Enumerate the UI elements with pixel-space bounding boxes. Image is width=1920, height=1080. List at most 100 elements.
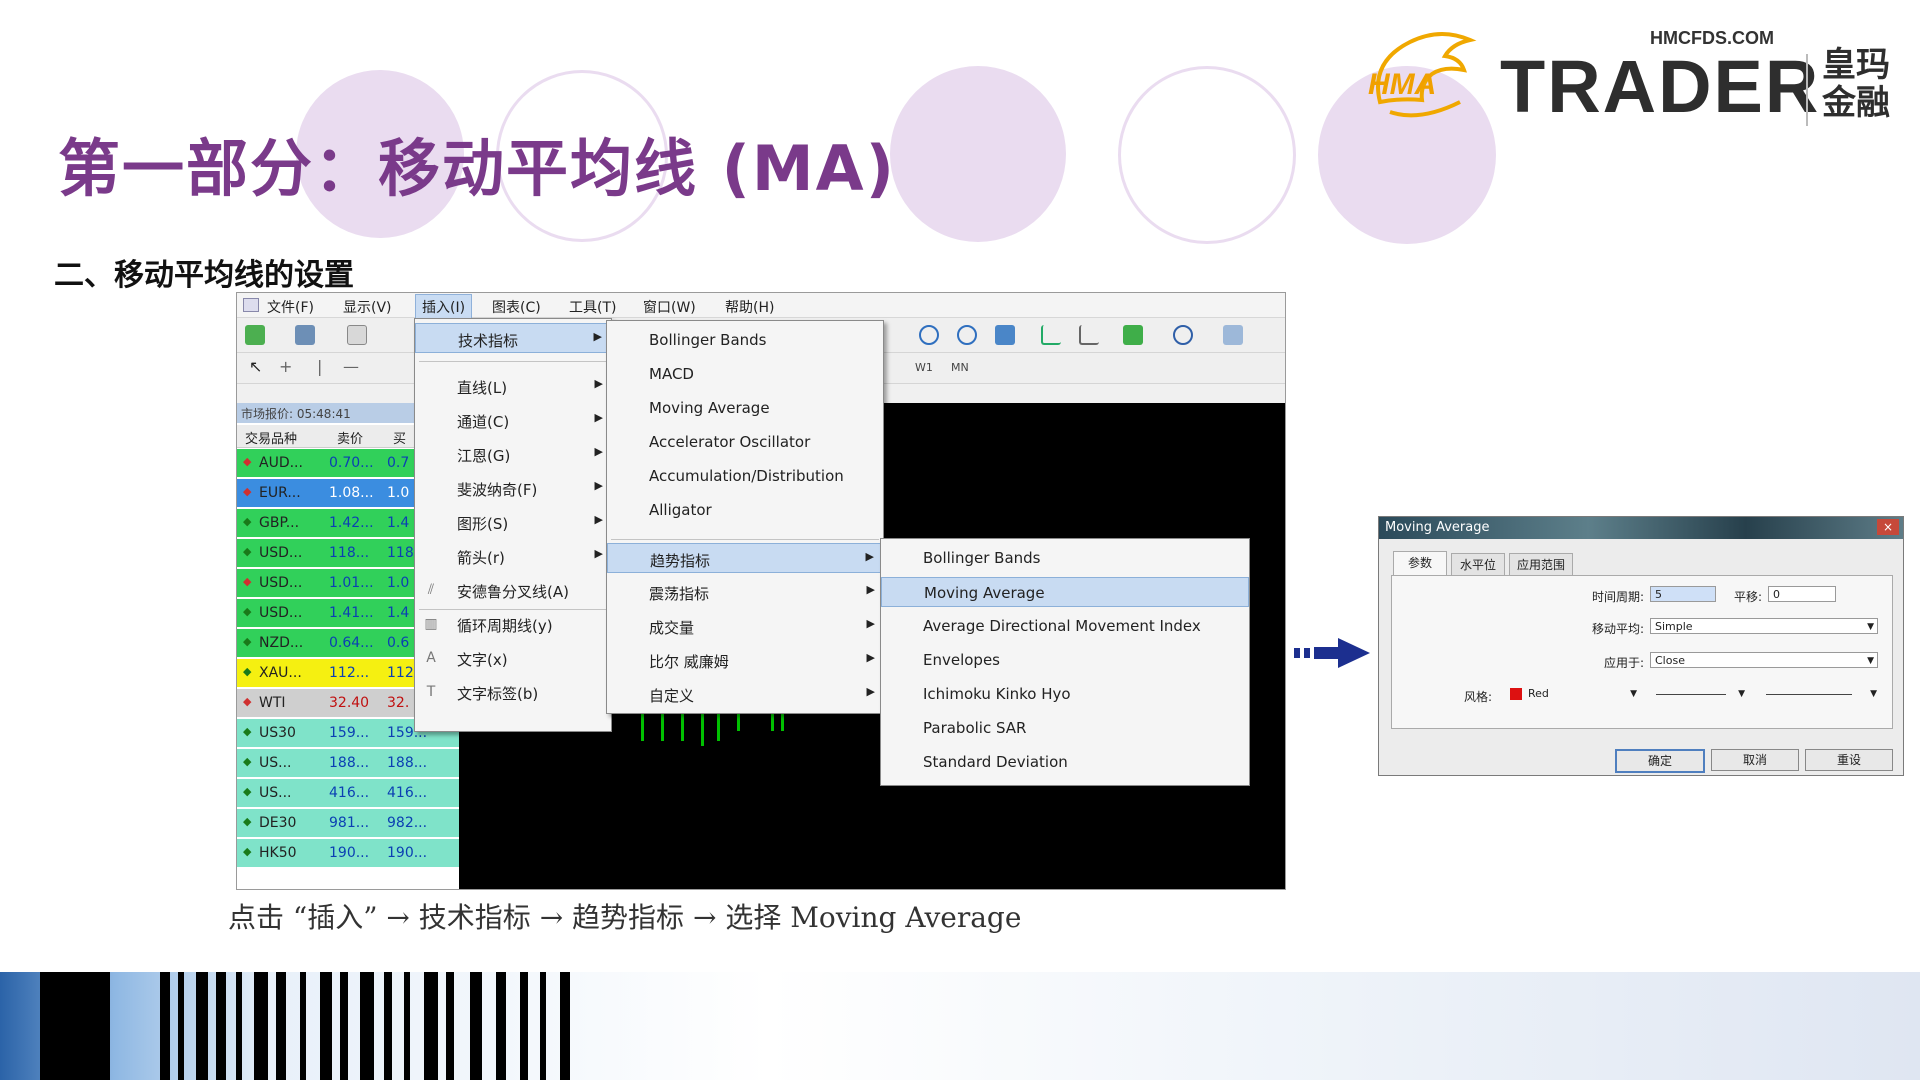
bid-value: 0.70... [329,455,374,471]
market-watch-row[interactable]: ◆ HK50 190... 190... [237,839,459,867]
indicators-menu-item-label: 趋势指标 [650,552,711,570]
menu-view[interactable]: 显示(V) [343,297,392,317]
ask-value: 0.7 [387,455,410,471]
shift-label: 平移: [1733,590,1762,604]
symbol-diamond-icon: ◆ [243,785,252,798]
insert-menu-item[interactable]: 直线(L) ▶ [415,371,611,401]
timeframe-w1[interactable]: W1 [915,361,933,374]
trend-menu-item[interactable]: Ichimoku Kinko Hyo [881,679,1249,709]
menu-charts[interactable]: 图表(C) [492,297,541,317]
trend-menu-item[interactable]: Parabolic SAR [881,713,1249,743]
navigator-icon[interactable] [347,325,367,345]
profiles-icon[interactable] [295,325,315,345]
zoom-out-icon[interactable] [957,325,977,345]
decorative-bar [340,972,348,1080]
indicators-menu-item-label: 比尔 威廉姆 [649,653,729,671]
insert-menu-item-icon: ▥ [424,616,438,632]
indicators-menu-item[interactable]: 趋势指标 ▶ [607,543,883,573]
indicators-menu-item[interactable]: Moving Average [607,393,883,423]
trend-menu-item[interactable]: Moving Average [881,577,1249,607]
autoscroll-icon[interactable] [1079,325,1099,345]
column-bid[interactable]: 卖价 [337,428,363,447]
insert-menu-item[interactable]: ⫽ 安德鲁分叉线(A) [415,575,611,605]
period-input[interactable]: 5 [1650,586,1716,602]
menu-insert[interactable]: 插入(I) [415,294,473,320]
indicators-menu-item[interactable]: 自定义 ▶ [607,679,883,709]
crosshair-icon[interactable]: + [279,357,292,376]
color-swatch [1510,688,1522,700]
indicators-menu-item-label: 成交量 [649,619,695,637]
column-symbol[interactable]: 交易品种 [245,428,297,447]
timeframe-mn[interactable]: MN [951,361,969,374]
chart-shift-icon[interactable] [1041,325,1061,345]
decorative-bar [254,972,268,1080]
zoom-in-icon[interactable] [919,325,939,345]
vertical-line-icon[interactable]: | [317,357,322,376]
indicators-menu-item[interactable]: Accumulation/Distribution [607,461,883,491]
decorative-bar [540,972,546,1080]
symbol-name: XAU... [259,665,302,681]
indicators-menu-item[interactable]: MACD [607,359,883,389]
bid-value: 1.08... [329,485,374,501]
symbol-diamond-icon: ◆ [243,455,252,468]
ask-value: 1.0 [387,485,410,501]
insert-menu-item[interactable]: 技术指标 ▶ [415,323,611,353]
right-arrow-icon [1294,638,1370,668]
trend-menu-item-label: Moving Average [924,584,1045,602]
logo-divider [1806,54,1808,126]
templates-icon[interactable] [1223,325,1243,345]
trend-menu-item[interactable]: Envelopes [881,645,1249,675]
logo-chinese-line1: 皇玛 [1822,45,1890,85]
insert-menu-item[interactable]: 图形(S) ▶ [415,507,611,537]
horizontal-line-icon[interactable]: — [343,357,359,376]
ok-button[interactable]: 确定 [1615,749,1705,773]
insert-menu-item[interactable]: 通道(C) ▶ [415,405,611,435]
new-chart-icon[interactable] [245,325,265,345]
menu-separator [419,609,607,610]
section-title: 二、移动平均线的设置 [54,258,354,293]
cancel-button[interactable]: 取消 [1711,749,1799,771]
indicators-menu-item[interactable]: Alligator [607,495,883,525]
ma-method-select[interactable]: Simple ▼ [1650,618,1878,634]
tab-visualization[interactable]: 应用范围 [1509,553,1573,577]
insert-menu-item[interactable]: 江恩(G) ▶ [415,439,611,469]
indicators-menu-item[interactable]: Accelerator Oscillator [607,427,883,457]
insert-menu-item[interactable]: 斐波纳奇(F) ▶ [415,473,611,503]
tab-levels[interactable]: 水平位 [1451,553,1505,577]
indicators-menu-item[interactable]: 成交量 ▶ [607,611,883,641]
column-ask[interactable]: 买 [393,428,406,447]
apply-to-select[interactable]: Close ▼ [1650,652,1878,668]
menu-tools[interactable]: 工具(T) [569,297,616,317]
menu-window[interactable]: 窗口(W) [643,297,696,317]
menu-help[interactable]: 帮助(H) [725,297,774,317]
insert-menu-item[interactable]: 箭头(r) ▶ [415,541,611,571]
close-icon[interactable]: × [1877,519,1899,535]
indicators-menu-item[interactable]: Bollinger Bands [607,325,883,355]
market-watch-row[interactable]: ◆ DE30 981... 982... [237,809,459,837]
indicators-menu-item[interactable]: 比尔 威廉姆 ▶ [607,645,883,675]
ask-value: 982... [387,815,428,831]
market-watch-row[interactable]: ◆ US... 416... 416... [237,779,459,807]
periods-icon[interactable] [1173,325,1193,345]
line-style-select[interactable]: ▼ [1654,686,1748,702]
menu-bar: 文件(F) 显示(V) 插入(I) 图表(C) 工具(T) 窗口(W) 帮助(H… [237,293,1285,320]
market-watch-row[interactable]: ◆ US... 188... 188... [237,749,459,777]
trend-menu-item[interactable]: Standard Deviation [881,747,1249,777]
insert-menu-item[interactable]: ▥ 循环周期线(y) [415,609,611,639]
indicators-icon[interactable] [1123,325,1143,345]
menu-file[interactable]: 文件(F) [267,297,314,317]
cursor-icon[interactable]: ↖ [249,357,262,376]
tab-parameters[interactable]: 参数 [1393,551,1447,576]
trend-menu-item[interactable]: Bollinger Bands [881,543,1249,573]
insert-menu-item[interactable]: T 文字标签(b) [415,677,611,707]
line-width-select[interactable]: ▼ [1764,686,1880,702]
tile-windows-icon[interactable] [995,325,1015,345]
indicators-menu-item[interactable]: 震荡指标 ▶ [607,577,883,607]
style-color-select[interactable]: Red ▼ [1510,686,1640,702]
trend-menu-item[interactable]: Average Directional Movement Index [881,611,1249,641]
shift-input[interactable]: 0 [1768,586,1836,602]
indicators-menu-item-label: Moving Average [649,399,770,417]
reset-button[interactable]: 重设 [1805,749,1893,771]
insert-menu-item[interactable]: A 文字(x) [415,643,611,673]
decorative-bar [360,972,374,1080]
